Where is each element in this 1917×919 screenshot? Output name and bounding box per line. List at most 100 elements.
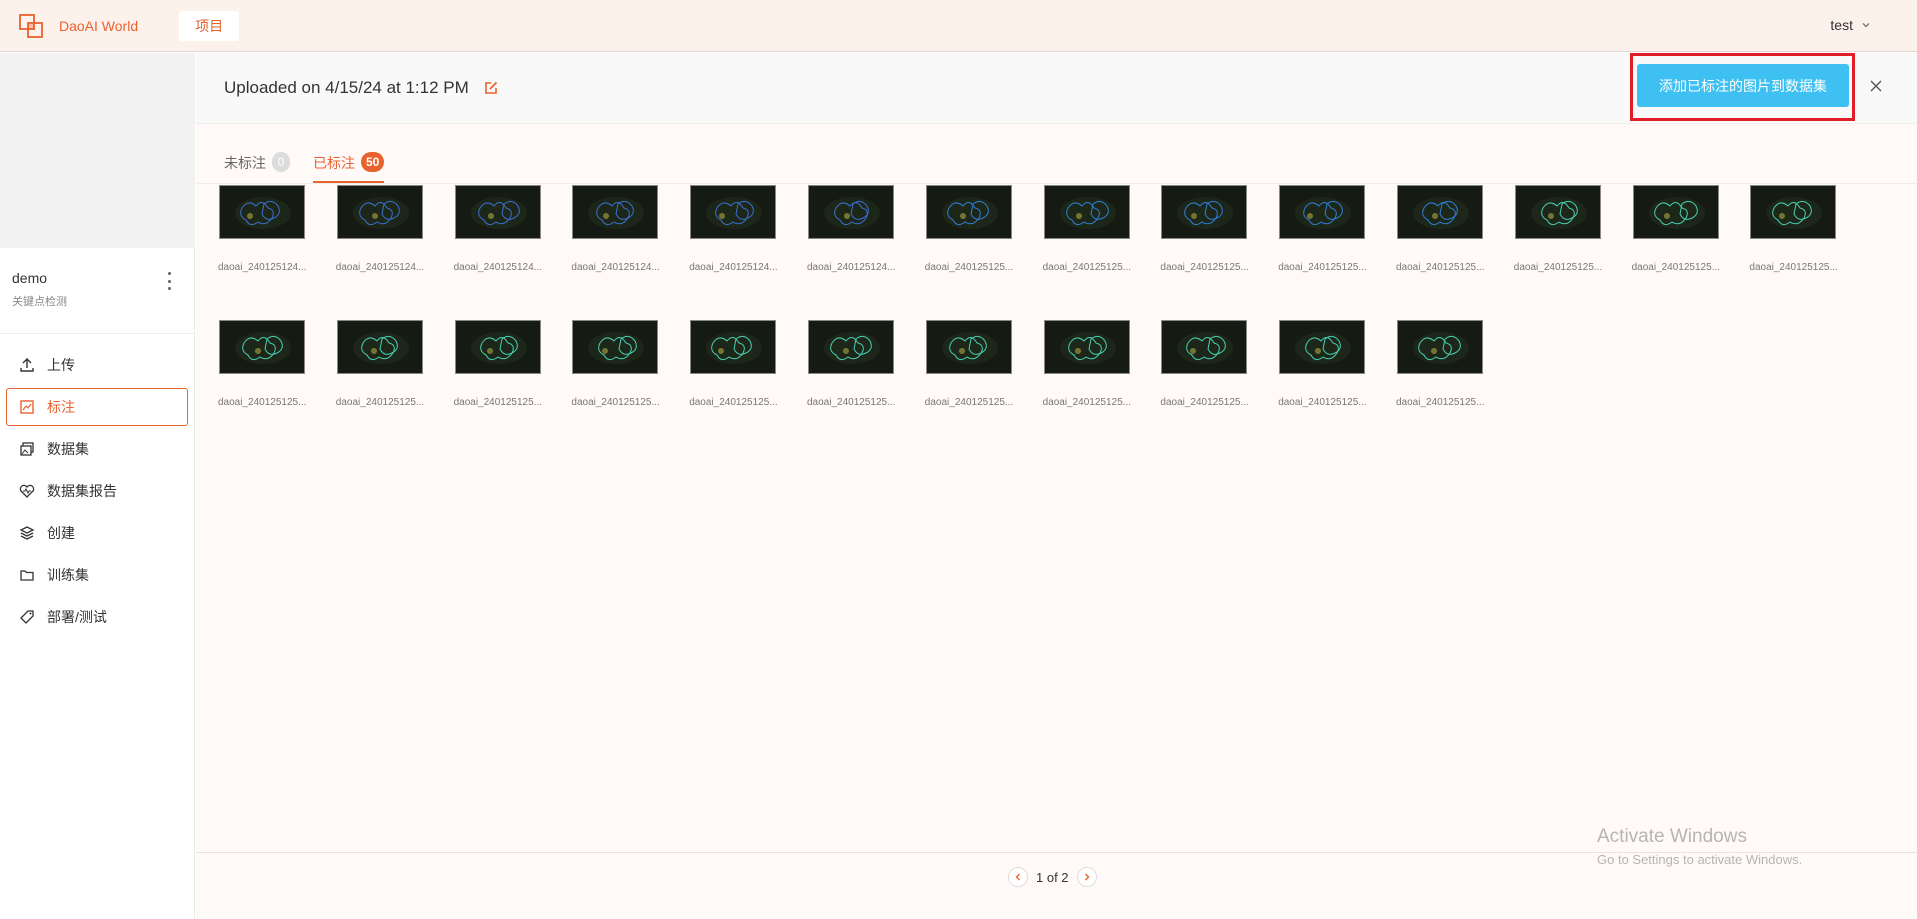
annotate-icon (19, 399, 35, 415)
thumbnail-image (336, 185, 423, 239)
sidebar-item-label: 上传 (47, 357, 75, 373)
sidebar-item-label: 训练集 (47, 567, 89, 583)
image-thumbnail[interactable]: daoai_240125125... (1021, 320, 1131, 408)
image-thumbnail[interactable]: daoai_240125125... (549, 320, 660, 408)
image-thumbnail[interactable]: daoai_240125124... (196, 185, 306, 273)
thumbnail-image (1161, 320, 1248, 374)
sidebar-item-training-set[interactable]: 训练集 (6, 556, 188, 594)
sidebar-item-dataset-report[interactable]: 数据集报告 (6, 472, 188, 510)
image-filename: daoai_240125125... (689, 397, 778, 408)
daoai-logo-icon (18, 13, 44, 39)
image-filename: daoai_240125125... (1042, 397, 1132, 408)
image-thumbnail[interactable]: daoai_240125125... (1492, 185, 1602, 273)
chevron-down-icon (1861, 17, 1871, 33)
sidebar-item-create[interactable]: 创建 (6, 514, 188, 552)
nav-projects-tab[interactable]: 项目 (179, 10, 240, 41)
tab-unannotated[interactable]: 未标注 0 (224, 152, 290, 183)
image-thumbnail[interactable]: daoai_240125124... (314, 185, 424, 273)
image-thumbnail[interactable]: daoai_240125125... (1374, 185, 1484, 273)
image-thumbnail[interactable]: daoai_240125125... (1138, 320, 1249, 408)
image-filename: daoai_240125125... (1396, 262, 1485, 273)
image-thumbnail[interactable]: daoai_240125125... (314, 320, 424, 408)
image-thumbnail[interactable]: daoai_240125125... (903, 320, 1013, 408)
image-filename: daoai_240125125... (1513, 262, 1603, 273)
image-thumbnail[interactable]: daoai_240125125... (1727, 185, 1838, 273)
image-thumbnail[interactable]: daoai_240125125... (667, 320, 778, 408)
sidebar-item-annotate[interactable]: 标注 (6, 388, 188, 426)
sidebar-item-deploy-test[interactable]: 部署/测试 (6, 598, 188, 636)
tab-label: 已标注 (313, 155, 355, 171)
more-options-icon[interactable] (164, 272, 174, 290)
thumbnail-image (808, 320, 894, 374)
thumbnail-image (1043, 320, 1130, 374)
thumbnail-image (1632, 185, 1719, 239)
image-thumbnail[interactable]: daoai_240125124... (785, 185, 895, 273)
add-annotated-to-dataset-button[interactable]: 添加已标注的图片到数据集 (1637, 64, 1849, 107)
edit-icon[interactable] (483, 80, 499, 96)
image-thumbnail[interactable]: daoai_240125125... (432, 320, 542, 408)
image-filename: daoai_240125125... (1278, 262, 1367, 273)
tab-label: 未标注 (224, 155, 266, 171)
image-filename: daoai_240125124... (807, 262, 896, 273)
brand[interactable]: DaoAI World (18, 13, 138, 39)
watermark-subtitle: Go to Settings to activate Windows. (1597, 852, 1803, 867)
image-filename: daoai_240125125... (1042, 262, 1132, 273)
image-thumbnail[interactable]: daoai_240125125... (1610, 185, 1720, 273)
sidebar-item-upload[interactable]: 上传 (6, 346, 188, 384)
app-name: DaoAI World (59, 17, 139, 34)
thumbnail-image (690, 320, 777, 374)
image-filename: daoai_240125124... (335, 262, 425, 273)
image-thumbnail[interactable]: daoai_240125125... (1256, 320, 1367, 408)
thumbnail-image (219, 185, 305, 239)
annotation-tabs: 未标注 0 已标注 50 (196, 124, 1917, 184)
image-thumbnail[interactable]: daoai_240125124... (667, 185, 778, 273)
thumbnail-image (1279, 320, 1366, 374)
image-thumbnail[interactable]: daoai_240125125... (903, 185, 1013, 273)
thumbnail-image (1397, 185, 1483, 239)
sidebar-item-label: 部署/测试 (47, 609, 107, 625)
thumbnail-image (336, 320, 423, 374)
sidebar: demo 关键点检测 上传 标注 数据集 数据集报告 创建 训练集 部署/测试 (0, 53, 195, 919)
next-page-icon[interactable] (1076, 867, 1097, 887)
thumbnail-image (1279, 185, 1366, 239)
project-preview (0, 53, 195, 248)
image-thumbnail[interactable]: daoai_240125125... (196, 320, 306, 408)
prev-page-icon[interactable] (1008, 867, 1028, 887)
image-filename: daoai_240125125... (924, 262, 1014, 273)
username: test (1830, 17, 1853, 33)
thumbnail-image (572, 185, 659, 239)
image-thumbnail[interactable]: daoai_240125125... (1374, 320, 1484, 408)
thumbnail-image (454, 320, 541, 374)
image-filename: daoai_240125125... (1631, 262, 1721, 273)
image-thumbnail[interactable]: daoai_240125125... (785, 320, 895, 408)
thumbnail-image (925, 320, 1012, 374)
image-filename: daoai_240125125... (218, 397, 307, 408)
image-thumbnail[interactable]: daoai_240125125... (1256, 185, 1367, 273)
image-filename: daoai_240125125... (1749, 262, 1838, 273)
upload-header: Uploaded on 4/15/24 at 1:12 PM 添加已标注的图片到… (196, 53, 1917, 124)
sidebar-item-dataset[interactable]: 数据集 (6, 430, 188, 468)
sidebar-nav: 上传 标注 数据集 数据集报告 创建 训练集 部署/测试 (0, 334, 194, 636)
image-filename: daoai_240125125... (924, 397, 1014, 408)
thumbnail-image (808, 185, 894, 239)
image-thumbnail[interactable]: daoai_240125124... (432, 185, 542, 273)
folder-icon (19, 567, 35, 583)
image-thumbnail[interactable]: daoai_240125125... (1138, 185, 1249, 273)
close-icon[interactable] (1868, 78, 1884, 94)
image-filename: daoai_240125124... (453, 262, 543, 273)
thumbnail-image (1397, 320, 1483, 374)
thumbnail-image (1514, 185, 1601, 239)
image-filename: daoai_240125125... (807, 397, 896, 408)
sidebar-item-label: 标注 (47, 399, 75, 415)
user-menu[interactable]: test (1830, 17, 1871, 33)
thumbnail-image (1043, 185, 1130, 239)
image-thumbnail[interactable]: daoai_240125124... (549, 185, 660, 273)
image-thumbnail[interactable]: daoai_240125125... (1021, 185, 1131, 273)
image-stack-icon (19, 441, 35, 457)
tab-annotated[interactable]: 已标注 50 (313, 152, 385, 183)
project-type: 关键点检测 (12, 296, 67, 308)
page-indicator: 1 of 2 (1036, 869, 1069, 885)
image-filename: daoai_240125125... (1278, 397, 1367, 408)
image-filename: daoai_240125124... (571, 262, 660, 273)
thumbnail-image (454, 185, 541, 239)
